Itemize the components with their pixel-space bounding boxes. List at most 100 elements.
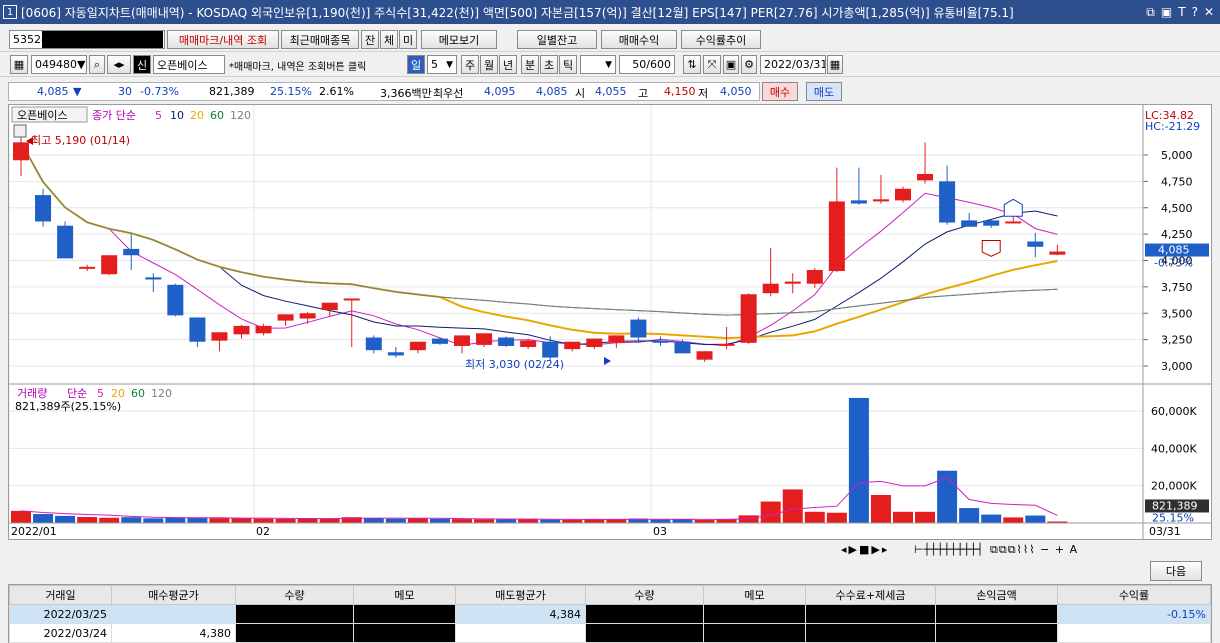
table-row[interactable]: 2022/03/24 4,380 xyxy=(9,623,1211,643)
volume-bar xyxy=(650,519,671,523)
candle-body xyxy=(167,284,184,316)
volume-bar xyxy=(981,514,1002,523)
volume-layer xyxy=(11,397,1068,523)
date-label: 03/31 xyxy=(1149,525,1181,538)
candle-body xyxy=(365,337,382,351)
volume-bar xyxy=(760,501,781,523)
period-minute-tab[interactable]: 분 xyxy=(521,55,539,74)
ma-60: 60 xyxy=(210,109,224,122)
help-icon[interactable]: ? xyxy=(1192,5,1198,20)
candle-body xyxy=(696,351,713,360)
chart-type-icon[interactable]: ▦ xyxy=(10,55,28,74)
maximize-icon[interactable]: ▣ xyxy=(1161,5,1172,20)
candle-body xyxy=(13,142,29,161)
best-quote-label: 최우선 xyxy=(433,87,464,100)
volume-bar xyxy=(77,517,98,523)
chart-svg[interactable]: 5,0004,7504,5004,2504,0003,7503,5003,250… xyxy=(8,105,1211,539)
recent-trades-button[interactable]: 최근매매종목 xyxy=(281,30,359,49)
volume-bar xyxy=(143,518,164,523)
candle-body xyxy=(872,199,889,202)
volume-current: 821,389주(25.15%) xyxy=(15,400,121,413)
cell: 4,380 xyxy=(111,623,236,643)
date-label: 02 xyxy=(256,525,270,538)
volume-bar xyxy=(915,511,936,523)
high-label: 고 xyxy=(638,87,649,100)
unfilled-button[interactable]: 미 xyxy=(399,30,417,49)
period-tick-tab[interactable]: 틱 xyxy=(559,55,577,74)
speaker-icon[interactable]: ◂▸ xyxy=(107,55,131,74)
period-day-tab[interactable]: 일 xyxy=(407,55,425,74)
buy-button[interactable]: 매수 xyxy=(762,82,798,101)
chart-panel[interactable]: 5,000 4,750 4,500 4,250 4,000 3,750 3,500 3,250… xyxy=(8,104,1212,540)
gear-icon[interactable]: ⚙ xyxy=(741,55,757,74)
sell-button[interactable]: 매도 xyxy=(806,82,842,101)
price-tick-label: 3,500 xyxy=(1161,307,1193,320)
redacted-cell xyxy=(353,623,456,643)
tool-icon[interactable]: ⤧ xyxy=(703,55,721,74)
count-field[interactable]: 50/600 xyxy=(619,55,675,74)
candle-body xyxy=(917,173,934,181)
candle-body xyxy=(542,341,559,358)
candle-body xyxy=(343,298,360,301)
font-size-icon[interactable]: T xyxy=(1178,5,1185,20)
filled-button[interactable]: 체 xyxy=(380,30,398,49)
candle-body xyxy=(79,266,96,269)
price-tick-label: 3,750 xyxy=(1161,281,1193,294)
restore-icon[interactable]: ⧉ xyxy=(1146,5,1155,20)
candle-body xyxy=(233,325,250,335)
cell xyxy=(1057,623,1211,643)
memo-view-button[interactable]: 메모보기 xyxy=(421,30,497,49)
volume-bar xyxy=(209,518,230,523)
volume-label: 거래량 xyxy=(17,387,47,400)
volume-bar xyxy=(804,511,825,523)
turnover-rate: 2.61% xyxy=(319,85,354,98)
next-button[interactable]: 다음 xyxy=(1150,561,1202,581)
redacted-cell xyxy=(935,604,1058,624)
scroll-controls[interactable]: ◂▶■▶▸ xyxy=(841,543,889,556)
save-icon[interactable]: ▣ xyxy=(723,55,739,74)
price-tick-label: 3,000 xyxy=(1161,360,1193,373)
max-price-label: 최고 5,190 (01/14) xyxy=(31,134,130,147)
cell: 2022/03/25 xyxy=(9,604,112,624)
daily-balance-button[interactable]: 일별잔고 xyxy=(517,30,597,49)
sell-marker xyxy=(1003,198,1023,217)
quote-strip: 4,085 ▼ 30 -0.73% 821,389 25.15% 2.61% 3… xyxy=(0,80,1220,104)
volume-bar xyxy=(1003,517,1024,523)
low-price: 4,050 xyxy=(720,85,752,98)
zoom-slider[interactable]: ⊢┼┼┼┼┼┼┼┼┤ xyxy=(914,543,983,556)
candle-body xyxy=(718,343,735,346)
period-number-select[interactable]: 5 ▼ xyxy=(427,55,457,74)
return-trend-button[interactable]: 수익률추이 xyxy=(681,30,761,49)
candle-body xyxy=(1005,221,1022,224)
calendar-icon[interactable]: ▦ xyxy=(827,55,843,74)
stock-code-input[interactable]: 049480 ▼ xyxy=(31,55,87,74)
period-month-tab[interactable]: 월 xyxy=(480,55,498,74)
search-icon[interactable]: ⌕ xyxy=(89,55,105,74)
close-icon[interactable]: ✕ xyxy=(1204,5,1214,20)
date-label: 03 xyxy=(653,525,667,538)
volume-bar xyxy=(893,511,913,523)
account-redaction xyxy=(42,31,163,48)
trade-profit-button[interactable]: 매매수익 xyxy=(601,30,677,49)
balance-button[interactable]: 잔 xyxy=(361,30,379,49)
volume-bar xyxy=(165,517,186,523)
period-second-tab[interactable]: 초 xyxy=(540,55,558,74)
volume-ma-5: 5 xyxy=(97,387,104,400)
indicator-icon[interactable]: ⇅ xyxy=(683,55,701,74)
date-input[interactable]: 2022/03/31 xyxy=(760,55,826,74)
volume-bar xyxy=(363,517,384,523)
table-row[interactable]: 2022/03/25 4,384 -0.15% xyxy=(9,604,1211,624)
volume-bar xyxy=(33,514,54,523)
cell xyxy=(111,604,236,624)
candle-body xyxy=(762,283,779,294)
candle-body xyxy=(277,314,294,321)
period-year-tab[interactable]: 년 xyxy=(499,55,517,74)
tick-value-select[interactable]: ▼ xyxy=(580,55,616,74)
high-price: 4,150 xyxy=(664,85,696,98)
period-week-tab[interactable]: 주 xyxy=(461,55,479,74)
mark-query-button[interactable]: 매매마크/내역 조회 xyxy=(167,30,279,49)
volume-bar xyxy=(452,519,472,523)
toolbar-account: 5352- 매매마크/내역 조회 최근매매종목 잔 체 미 메모보기 일별잔고 … xyxy=(0,28,1220,52)
chart-tool-icons[interactable]: ⧉⧉⧉⌇⌇⌇ − + A xyxy=(990,543,1078,557)
col-pnl: 손익금액 xyxy=(935,585,1058,605)
